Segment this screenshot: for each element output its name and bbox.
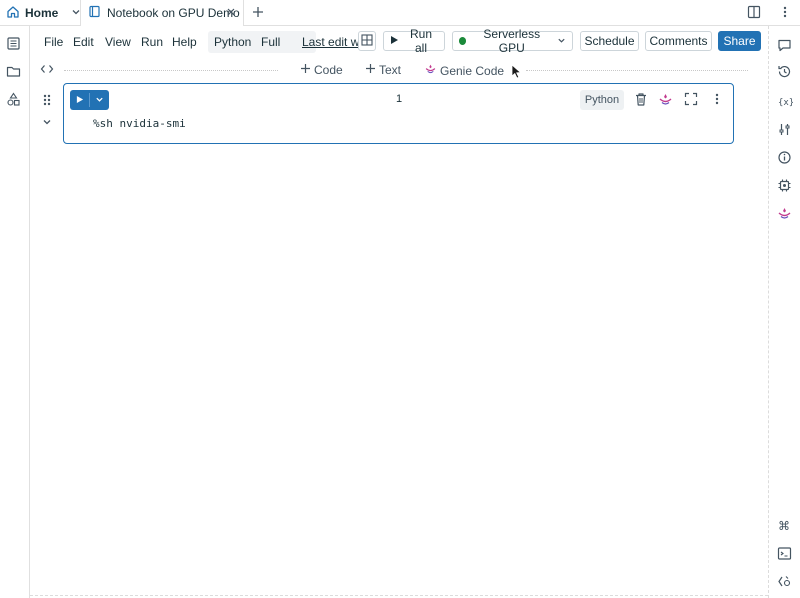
- menu-edit[interactable]: Edit: [73, 35, 94, 49]
- add-text-cell-button[interactable]: Text: [365, 63, 401, 77]
- cell-code-editor[interactable]: %sh nvidia-smi: [93, 117, 186, 130]
- bottom-divider: [30, 595, 768, 596]
- share-label: Share: [723, 34, 756, 48]
- layout-button[interactable]: [358, 31, 376, 51]
- plus-icon: [300, 63, 311, 77]
- fullscreen-icon[interactable]: [684, 92, 698, 109]
- drag-handle-icon[interactable]: [42, 93, 52, 110]
- genie-icon[interactable]: [777, 206, 792, 224]
- play-icon: [76, 93, 84, 107]
- run-options-dropdown[interactable]: [90, 90, 109, 110]
- info-icon[interactable]: [777, 150, 792, 168]
- tab-notebook[interactable]: Notebook on GPU Demo: [80, 0, 244, 26]
- compute-status-indicator: [459, 37, 467, 45]
- table-of-contents-icon[interactable]: [6, 36, 21, 54]
- menu-view[interactable]: View: [105, 35, 131, 49]
- compute-selector[interactable]: Serverless GPU: [452, 27, 573, 55]
- code-cell[interactable]: 1 Python %sh nvidia-smi: [63, 83, 734, 144]
- folder-icon[interactable]: [6, 64, 21, 82]
- keyboard-shortcuts-icon[interactable]: ⌘: [777, 518, 792, 536]
- sliders-icon[interactable]: [777, 122, 792, 140]
- svg-text:⌘: ⌘: [778, 519, 790, 533]
- tab-home-label: Home: [25, 6, 59, 20]
- cell-number: 1: [396, 93, 403, 105]
- divider-right: [526, 70, 748, 71]
- add-code-cell-button[interactable]: Code: [300, 63, 343, 77]
- debug-assistant-icon[interactable]: [777, 574, 792, 592]
- shapes-icon[interactable]: [6, 92, 21, 110]
- last-edit-link[interactable]: Last edit was: [302, 35, 362, 49]
- comments-button[interactable]: Comments: [645, 31, 712, 51]
- comments-label: Comments: [649, 34, 708, 48]
- run-cell-button[interactable]: [70, 90, 89, 110]
- home-icon: [6, 5, 20, 22]
- right-sidebar: {x} ⌘: [768, 26, 800, 598]
- code-brackets-icon[interactable]: [40, 63, 54, 78]
- plus-icon: [365, 63, 376, 77]
- menu-bar: File Edit View Run Help Python Full Last…: [30, 27, 768, 55]
- more-vertical-icon[interactable]: [711, 92, 723, 109]
- cell-insert-bar: Code Text Genie Code: [30, 60, 768, 80]
- compute-chip-icon[interactable]: [777, 178, 792, 196]
- notebook-icon: [88, 5, 101, 21]
- menu-help[interactable]: Help: [172, 35, 197, 49]
- close-icon[interactable]: [225, 6, 237, 21]
- menu-file[interactable]: File: [44, 35, 63, 49]
- variables-icon[interactable]: {x}: [777, 94, 794, 112]
- genie-icon: [424, 63, 437, 78]
- language-selector[interactable]: Python: [214, 35, 251, 49]
- left-sidebar: [0, 26, 30, 598]
- tab-bar: Home Notebook on GPU Demo: [0, 0, 800, 26]
- comment-icon[interactable]: [777, 38, 792, 56]
- tab-home[interactable]: Home: [6, 3, 81, 23]
- schedule-label: Schedule: [584, 34, 635, 48]
- more-vertical-icon[interactable]: [778, 5, 792, 22]
- tab-notebook-label: Notebook on GPU Demo: [107, 6, 240, 20]
- terminal-icon[interactable]: [777, 546, 792, 564]
- cell-language-selector[interactable]: Python: [580, 90, 624, 110]
- play-icon: [390, 34, 399, 48]
- layout-icon: [361, 33, 373, 49]
- collapse-cell-icon[interactable]: [42, 116, 52, 130]
- compute-label: Serverless GPU: [483, 27, 541, 55]
- genie-code-label: Genie Code: [440, 63, 505, 78]
- trash-icon[interactable]: [634, 92, 648, 110]
- chevron-down-icon: [557, 34, 566, 48]
- panel-toggle-icon[interactable]: [747, 5, 761, 22]
- mouse-cursor-icon: [511, 64, 522, 82]
- schedule-button[interactable]: Schedule: [580, 31, 639, 51]
- add-tab-icon[interactable]: [250, 4, 266, 23]
- menu-run[interactable]: Run: [141, 35, 163, 49]
- run-cell-button-group: [70, 90, 109, 110]
- add-code-label: Code: [314, 63, 343, 77]
- svg-text:{x}: {x}: [778, 98, 793, 108]
- mode-selector[interactable]: Full: [261, 35, 280, 49]
- language-mode-group: Python Full: [208, 31, 316, 53]
- divider-left: [64, 70, 278, 71]
- history-icon[interactable]: [777, 64, 792, 82]
- run-all-button[interactable]: Run all: [383, 27, 445, 55]
- share-button[interactable]: Share: [718, 31, 761, 51]
- genie-assist-icon[interactable]: [658, 92, 673, 110]
- genie-code-button[interactable]: Genie Code: [424, 63, 504, 78]
- chevron-down-icon: [95, 93, 104, 107]
- run-all-label: Run all: [409, 27, 432, 55]
- add-text-label: Text: [379, 63, 402, 77]
